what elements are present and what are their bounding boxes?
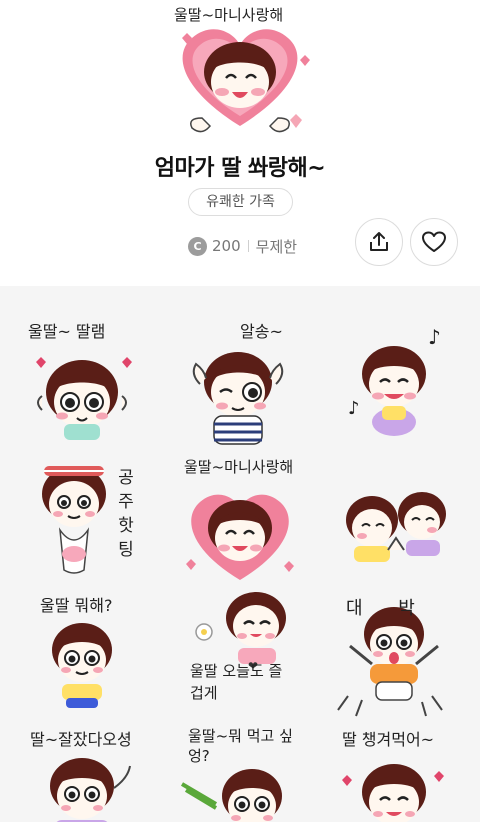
sticker-item[interactable]: ❤ 울딸 오늘도 즐겁게 bbox=[176, 590, 308, 722]
price-row: C 200 무제한 bbox=[188, 234, 297, 258]
svg-text:♪: ♪ bbox=[348, 398, 360, 419]
sticker-caption: 울딸 뭐해? bbox=[40, 596, 113, 615]
sticker-caption: 딸 챙겨먹어~ bbox=[342, 730, 435, 749]
sticker-item[interactable]: 딸 챙겨먹어~ bbox=[328, 724, 460, 822]
sticker-caption: 울딸 오늘도 즐겁게 bbox=[190, 662, 283, 702]
sticker-item[interactable]: ♪ ♪ bbox=[328, 314, 460, 446]
sticker-item[interactable]: 울딸 뭐해? bbox=[24, 590, 156, 722]
heart-outline-icon bbox=[422, 231, 446, 252]
sticker-caption: 대 박 bbox=[346, 598, 415, 619]
sticker-caption: 알송~ bbox=[240, 322, 283, 341]
sticker-item[interactable]: 알송~ bbox=[176, 314, 308, 446]
like-button[interactable] bbox=[410, 218, 458, 266]
sticker-caption: 딸~잘잤다오셩 bbox=[30, 730, 132, 749]
sticker-item[interactable]: 울딸~마니사랑해 bbox=[176, 454, 308, 586]
cover-sticker: 울딸~마니사랑해 bbox=[162, 0, 318, 140]
sticker-item[interactable]: 울딸~뭐 먹고 싶엉? bbox=[176, 724, 308, 822]
sticker-caption: 울딸~마니사랑해 bbox=[184, 458, 294, 476]
sticker-item[interactable]: 공주핫팅 bbox=[24, 454, 156, 586]
price-divider bbox=[247, 240, 249, 252]
coin-icon: C bbox=[188, 236, 207, 256]
price-value: 200 bbox=[212, 237, 241, 255]
sticker-image bbox=[346, 492, 446, 562]
sticker-item[interactable]: 대 박 bbox=[328, 590, 460, 722]
share-icon bbox=[370, 232, 388, 251]
cover-caption: 울딸~마니사랑해 bbox=[174, 6, 284, 24]
product-header: 울딸~마니사랑해 엄마가 딸 쏴랑해~ 유쾌한 가족 C 200 무제한 bbox=[0, 0, 480, 286]
sticker-item[interactable] bbox=[328, 454, 460, 586]
svg-text:♪: ♪ bbox=[428, 325, 441, 349]
sticker-item[interactable]: 울딸~ 딸램 bbox=[24, 314, 156, 446]
product-title: 엄마가 딸 쏴랑해~ bbox=[154, 156, 326, 181]
sticker-image: ♪ ♪ bbox=[348, 325, 441, 436]
sticker-caption: 울딸~ 딸램 bbox=[28, 322, 106, 341]
sticker-item[interactable]: 딸~잘잤다오셩 bbox=[24, 724, 156, 822]
sticker-grid: 울딸~ 딸램 알송~ ♪ ♪ 공 주 핫 팅 울딸~마니사랑해 울딸 뭐해? ❤… bbox=[0, 286, 480, 822]
usage-period: 무제한 bbox=[255, 237, 298, 256]
sticker-caption: 공주핫팅 bbox=[118, 468, 134, 560]
sticker-caption: 울딸~뭐 먹고 싶엉? bbox=[188, 727, 293, 765]
category-tag[interactable]: 유쾌한 가족 bbox=[188, 188, 293, 216]
share-button[interactable] bbox=[355, 218, 403, 266]
sticker-image bbox=[42, 466, 106, 574]
